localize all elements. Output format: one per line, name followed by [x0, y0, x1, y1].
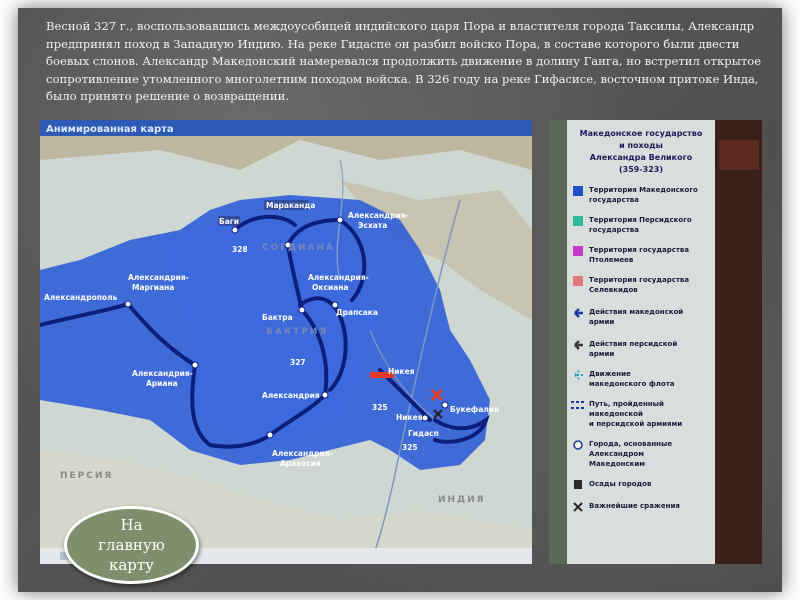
map-svg: Анимированная карта Баги Мараканда Алекс…: [40, 120, 532, 564]
slide-paragraph: Весной 327 г., воспользовавшись междоусо…: [46, 19, 762, 104]
city-alex-eskhata-2: Эсхата: [358, 221, 387, 230]
legend-swatch: [573, 276, 583, 286]
legend-label: Действия македонской: [589, 308, 683, 316]
city-alexandria: Александрия: [262, 391, 320, 400]
legend-photo: Македонское государство и походы Алексан…: [549, 120, 762, 564]
home-button-line-3: карту: [108, 556, 155, 574]
city-alexandropol: Александрополь: [44, 293, 118, 302]
legend-title-4: (359-323): [619, 165, 663, 174]
city-alex-margiana-1: Александрия-: [128, 273, 189, 282]
year-325b: 325: [402, 443, 418, 452]
region-baktria: БАКТРИЯ: [266, 327, 328, 337]
city-alex-oksiana-1: Александрия-: [308, 273, 369, 282]
city-alex-arakhosia-2: Арахосия: [280, 459, 321, 468]
legend-svg: Македонское государство и походы Алексан…: [549, 120, 762, 564]
legend-swatch: [573, 186, 583, 196]
siege-tower-icon: [574, 480, 582, 489]
legend-label: Важнейшие сражения: [589, 502, 680, 510]
city-bagi: Баги: [219, 217, 239, 226]
legend-swatch: [573, 246, 583, 256]
city-marakanda: Мараканда: [266, 201, 315, 210]
legend-label: Территория государства: [589, 276, 689, 284]
legend-label: Путь, пройденный: [589, 400, 664, 408]
legend-label: Селевкидов: [589, 286, 638, 294]
legend-label: Осады городов: [589, 480, 652, 488]
slide-background: Весной 327 г., воспользовавшись междоусо…: [18, 8, 782, 592]
home-button-line-2: главную: [98, 536, 165, 554]
city-drapsaka: Драпсака: [336, 308, 378, 317]
city-alex-areia-2: Ариана: [146, 379, 178, 388]
legend-title-2: и походы: [619, 141, 663, 150]
legend-title-3: Александра Великого: [590, 153, 693, 162]
city-alex-oksiana-2: Оксиана: [312, 283, 348, 292]
home-map-button[interactable]: На главную карту: [64, 506, 199, 584]
legend-title-1: Македонское государство: [580, 129, 703, 138]
city-alex-arakhosia-1: Александрия-: [272, 449, 333, 458]
legend-label: и персидской армиями: [589, 420, 682, 428]
legend-swatch: [573, 216, 583, 226]
legend-label: Птолемеев: [589, 256, 634, 264]
city-alex-areia-1: Александрия-: [132, 369, 193, 378]
legend-label: армии: [589, 350, 614, 358]
legend-label: македонской: [589, 410, 643, 418]
year-327: 327: [290, 358, 306, 367]
city-baktra: Бактра: [262, 313, 293, 322]
legend-label: государства: [589, 226, 639, 234]
region-sogdiana: СОГДИАНА: [262, 243, 335, 253]
city-nikeya: Никея: [396, 413, 423, 422]
legend-row: Важнейшие сражения: [573, 502, 680, 512]
legend-label: Движение: [589, 370, 631, 378]
city-bukefalia: Букефалия: [450, 405, 499, 414]
city-gidasp: Гидасп: [408, 429, 439, 438]
legend-label: государства: [589, 196, 639, 204]
home-button-line-1: На: [120, 516, 143, 534]
city-dot-icon: [573, 440, 583, 450]
region-persia: ПЕРСИЯ: [60, 471, 113, 481]
legend-label: Территория государства: [589, 246, 689, 254]
legend-label: македонского флота: [589, 380, 675, 388]
campaign-map-photo: Анимированная карта Баги Мараканда Алекс…: [40, 120, 532, 564]
city-alex-eskhata-1: Александрия-: [348, 211, 409, 220]
city-alex-margiana-2: Маргиана: [132, 283, 174, 292]
legend-label: Александром: [589, 450, 644, 458]
map-window-title: Анимированная карта: [46, 124, 174, 135]
city-nikeya-top: Никея: [388, 367, 415, 376]
legend-label: Города, основанные: [589, 440, 672, 448]
year-325a: 325: [372, 403, 388, 412]
legend-label: Македонским: [589, 460, 645, 468]
legend-label: армии: [589, 318, 614, 326]
legend-label: Территория Персидского: [589, 216, 692, 224]
legend-label: Действия персидской: [589, 340, 677, 348]
region-india: ИНДИЯ: [438, 495, 486, 505]
year-328: 328: [232, 245, 248, 254]
legend-label: Территория Македонского: [589, 186, 698, 194]
